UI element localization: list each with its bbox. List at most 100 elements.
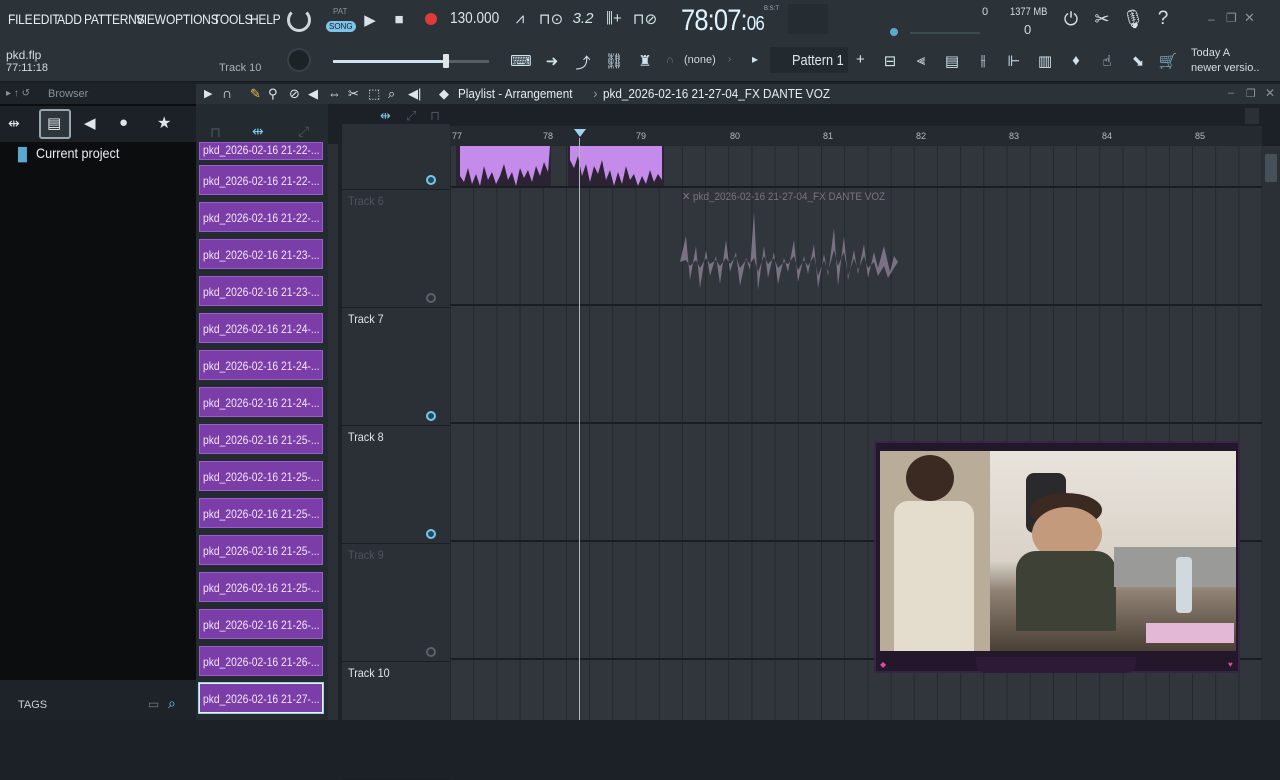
playlist-minimize-icon[interactable]: – <box>1228 87 1234 99</box>
magnet-icon[interactable]: ∩ <box>666 54 674 66</box>
list-item[interactable]: pkd_2026-02-16 21-22-... <box>199 165 323 195</box>
menu-view[interactable]: VIEW <box>136 11 166 27</box>
track-header-8[interactable]: Track 8 <box>342 426 450 544</box>
playback-tool-icon[interactable]: ◀| <box>408 86 421 102</box>
pitch-knob[interactable] <box>287 48 311 72</box>
song-mode-toggle[interactable]: SONG <box>326 21 356 32</box>
menu-file[interactable]: FILE <box>8 11 33 27</box>
magnet-snap-icon[interactable]: ∩ <box>222 85 232 101</box>
browser-collapse-icon[interactable]: ▸ ↑ ↺ <box>6 88 30 99</box>
plugin-icon[interactable]: ♦ <box>1063 52 1089 69</box>
pattern-arrow-icon[interactable]: ▸ <box>752 52 758 66</box>
audio-clip-waveform[interactable] <box>456 146 666 188</box>
track-header-10[interactable]: Track 10 <box>342 662 450 780</box>
maximize-icon[interactable]: ❐ <box>1226 11 1237 25</box>
list-item[interactable]: pkd_2026-02-16 21-22-... <box>199 202 323 232</box>
news-line-1[interactable]: Today A <box>1191 47 1230 59</box>
paint-icon[interactable]: ⚲ <box>268 86 278 102</box>
step-edit-icon[interactable]: ⫼+ <box>601 10 627 27</box>
countdown-icon[interactable]: 3.2 <box>570 10 596 27</box>
track-header-5[interactable] <box>342 122 450 190</box>
speaker-icon[interactable]: ◀ <box>84 114 96 132</box>
list-item[interactable]: pkd_2026-02-16 21-23-... <box>199 239 323 269</box>
news-line-2[interactable]: newer versio.. <box>1191 62 1280 74</box>
pencil-icon[interactable]: ✎ <box>250 86 261 102</box>
song-position-display[interactable]: 78:07:06 <box>681 4 765 38</box>
stamp-icon[interactable]: ♜ <box>632 52 658 70</box>
list-item[interactable]: pkd_2026-02-16 21-23-... <box>199 276 323 306</box>
zoom-tool-icon[interactable]: ⌕ <box>388 86 395 102</box>
clip-list-scrollbar[interactable] <box>328 144 338 720</box>
browser-collapse-all-icon[interactable]: ⇹ <box>8 115 20 132</box>
close-icon[interactable]: ✕ <box>1244 10 1255 26</box>
play-icon[interactable]: ▶ <box>357 11 383 29</box>
list-item[interactable]: pkd_2026-02-16 21-25-... <box>199 461 323 491</box>
menu-add[interactable]: ADD <box>57 11 82 27</box>
brush-icon[interactable]: ⤴ <box>570 52 596 73</box>
list-item[interactable]: pkd_2026-02-16 21-24-... <box>199 350 323 380</box>
list-item[interactable]: pkd_2026-02-16 21-25-... <box>199 424 323 454</box>
link-icon[interactable]: ⛓ <box>601 52 627 70</box>
playlist-close-icon[interactable]: ✕ <box>1265 86 1275 100</box>
touch-icon[interactable]: ☝ <box>1094 52 1120 70</box>
master-volume-knob[interactable] <box>287 8 311 32</box>
master-pitch-slider[interactable] <box>333 60 443 63</box>
globe-icon[interactable]: ● <box>119 114 128 131</box>
stop-icon[interactable]: ■ <box>386 11 412 28</box>
list-item[interactable]: pkd_2026-02-16 21-25-... <box>199 572 323 602</box>
current-project-item[interactable]: Current project <box>36 145 119 161</box>
star-icon[interactable]: ★ <box>157 113 171 133</box>
track-mute-led[interactable] <box>426 529 436 539</box>
metronome-icon[interactable]: ⩘ <box>507 10 533 27</box>
help-icon[interactable]: ? <box>1150 8 1176 30</box>
delete-tool-icon[interactable]: ⊘ <box>289 86 300 102</box>
shop-icon[interactable]: 🛒 <box>1155 52 1181 70</box>
arrow-down-icon[interactable]: ⬊ <box>1125 52 1151 70</box>
scrollbar-thumb[interactable] <box>1265 154 1277 182</box>
menu-tools[interactable]: TOOLS <box>213 11 253 27</box>
minimize-icon[interactable]: – <box>1208 12 1215 26</box>
menu-help[interactable]: HELP <box>250 11 281 27</box>
scissors-icon[interactable]: ✂ <box>1089 9 1115 30</box>
playlist-menu-arrow-icon[interactable]: ▶ <box>204 87 212 100</box>
track-header-7[interactable]: Track 7 <box>342 308 450 426</box>
list-item[interactable]: pkd_2026-02-16 21-26-... <box>199 609 323 639</box>
menu-edit[interactable]: EDIT <box>33 11 60 27</box>
routing-icon[interactable]: ⊩ <box>1001 52 1027 70</box>
piano-keyboard-icon[interactable]: ⌨ <box>508 52 534 70</box>
loop-record-icon[interactable]: ⊓⊘ <box>632 10 658 28</box>
track-header-6[interactable]: Track 6 <box>342 190 450 308</box>
tempo-display[interactable]: 130.000 <box>450 10 499 28</box>
browser-window-icon[interactable]: ▥ <box>1032 52 1058 70</box>
snap-arrow-icon[interactable]: › <box>728 54 731 65</box>
menu-options[interactable]: OPTIONS <box>166 11 219 27</box>
playlist-maximize-icon[interactable]: ❐ <box>1246 87 1256 100</box>
piano-small-icon[interactable]: ⊓ <box>210 124 221 141</box>
arrow-right-icon[interactable]: ➜ <box>539 52 565 70</box>
scroll-right-button[interactable] <box>1245 108 1259 124</box>
list-item[interactable]: pkd_2026-02-16 21-25-... <box>199 498 323 528</box>
snap-none-label[interactable]: (none) <box>684 54 716 66</box>
tags-label[interactable]: TAGS <box>18 699 47 711</box>
wait-input-icon[interactable]: ⊓⊙ <box>538 10 564 28</box>
audio-clip-icon[interactable]: ⇹ <box>252 123 264 140</box>
audio-clip[interactable]: ✕ pkd_2026-02-16 21-27-04_FX DANTE VOZ <box>678 188 900 302</box>
track-mute-led[interactable] <box>426 293 436 303</box>
add-pattern-button[interactable]: + <box>856 51 865 68</box>
list-item[interactable]: pkd_2026-02-16 21-22-... <box>199 142 323 160</box>
channel-rack-icon[interactable]: ⫷ <box>908 52 934 69</box>
automation-icon[interactable]: ⤢ <box>298 123 309 140</box>
track-mute-led[interactable] <box>426 411 436 421</box>
list-item-selected[interactable]: pkd_2026-02-16 21-27-... <box>198 682 324 714</box>
piano-roll-icon[interactable]: ▤ <box>939 52 965 70</box>
select-tool-icon[interactable]: ⬚ <box>368 86 380 102</box>
playlist-window-icon[interactable]: ⊟ <box>877 52 903 70</box>
playlist-scrollbar[interactable] <box>1262 146 1280 720</box>
list-item[interactable]: pkd_2026-02-16 21-24-... <box>199 387 323 417</box>
track-mute-led[interactable] <box>426 175 436 185</box>
pat-label[interactable]: PAT <box>333 7 347 16</box>
folder-outline-icon[interactable]: ▭ <box>148 697 159 711</box>
microphone-icon[interactable]: 🎙 <box>1120 9 1146 30</box>
mixer-icon[interactable]: ⫲ <box>970 52 996 69</box>
search-icon[interactable]: ⌕ <box>168 695 176 712</box>
